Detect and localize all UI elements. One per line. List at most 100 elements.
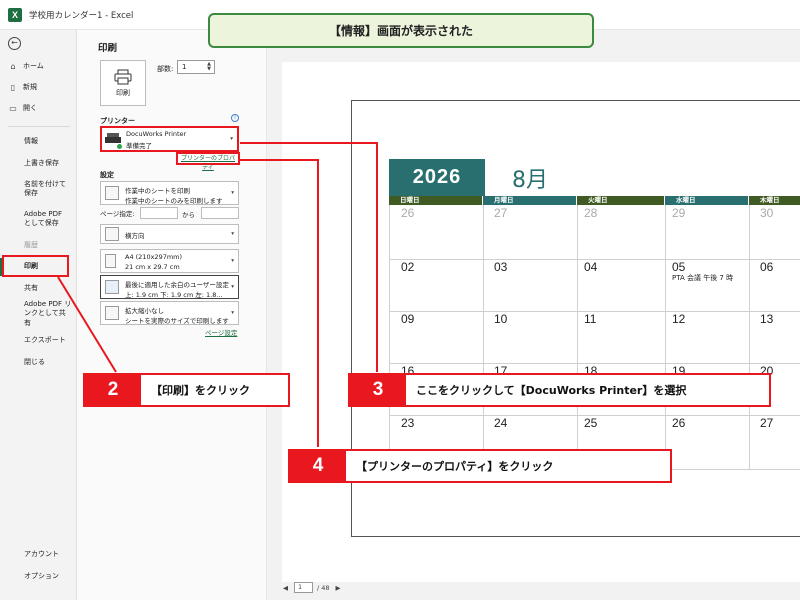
copies-stepper[interactable]: 1 ▲ ▼ (177, 60, 215, 74)
orientation-dropdown[interactable]: 横方向 ▾ (100, 224, 239, 244)
sidebar-item-label: 開く (23, 104, 37, 113)
step-number: 3 (350, 375, 406, 405)
scaling-icon (105, 306, 119, 320)
scaling-value: 拡大縮小なし (125, 307, 164, 315)
paper-size-description: 21 cm x 29.7 cm (125, 263, 180, 271)
sidebar-item-new[interactable]: ▯ 新規 (0, 81, 77, 95)
scaling-dropdown[interactable]: 拡大縮小なし シートを実際のサイズで印刷します ▾ (100, 301, 239, 325)
calendar-year: 2026 (389, 159, 485, 196)
step-text: 【印刷】をクリック (151, 384, 250, 397)
sidebar-item-label: ホーム (23, 62, 44, 71)
backstage-sidebar: ← ⌂ ホーム ▯ 新規 ▭ 開く 情報 上書き保存 名前を付けて保存 Adob… (0, 30, 77, 600)
chevron-down-icon: ▾ (231, 231, 234, 237)
day-number: 27 (760, 416, 774, 430)
day-number: 26 (401, 206, 415, 220)
orientation-value: 横方向 (125, 232, 145, 240)
calendar-event: PTA 会議 午後 7 時 (672, 274, 734, 282)
sidebar-item-home[interactable]: ⌂ ホーム (0, 60, 77, 74)
pages-label: ページ指定: (100, 210, 135, 218)
spinner-arrows-icon[interactable]: ▲ ▼ (207, 62, 211, 72)
sidebar-item-label: Adobe PDF リンクとして共有 (24, 299, 72, 327)
info-icon[interactable]: i (231, 114, 239, 122)
day-header-monday: 月曜日 (483, 196, 576, 205)
day-number: 02 (401, 260, 415, 274)
sidebar-item-label: アカウント (24, 550, 59, 559)
page-to-input[interactable] (201, 207, 239, 219)
day-number: 12 (672, 312, 686, 326)
sidebar-item-save-as[interactable]: 名前を付けて保存 (0, 178, 70, 200)
printer-section-label: プリンター (100, 117, 135, 125)
step-3-callout: 3 ここをクリックして【DocuWorks Printer】を選択 (348, 373, 771, 407)
back-arrow-icon[interactable]: ← (8, 37, 21, 50)
sidebar-item-label: エクスポート (24, 336, 66, 345)
day-number: 28 (584, 206, 598, 220)
day-number: 11 (584, 312, 597, 326)
print-what-description: 作業中のシートのみを印刷します (125, 197, 223, 205)
sidebar-item-account[interactable]: アカウント (0, 548, 77, 562)
printer-dropdown[interactable]: DocuWorks Printer 準備完了 ▾ (100, 126, 239, 152)
margins-icon (105, 280, 119, 294)
total-pages: / 48 (317, 583, 330, 592)
print-what-dropdown[interactable]: 作業中のシートを印刷 作業中のシートのみを印刷します ▾ (100, 181, 239, 205)
step-text: ここをクリックして【DocuWorks Printer】を選択 (416, 384, 687, 397)
day-number: 24 (494, 416, 508, 430)
chevron-down-icon: ▾ (230, 136, 233, 142)
step-number: 2 (85, 375, 141, 405)
day-number: 27 (494, 206, 508, 220)
print-what-value: 作業中のシートを印刷 (125, 187, 190, 195)
landscape-icon (105, 227, 119, 241)
chevron-down-icon: ▾ (231, 258, 234, 264)
day-header-thursday: 木曜日 (749, 196, 800, 205)
margins-description: 上: 1.9 cm 下: 1.9 cm 左: 1.8... (125, 291, 223, 299)
day-number: 29 (672, 206, 686, 220)
sidebar-item-share[interactable]: 共有 (0, 282, 77, 296)
day-number: 13 (760, 312, 774, 326)
day-number: 09 (401, 312, 415, 326)
top-callout: 【情報】画面が表示された (208, 13, 594, 48)
day-number: 25 (584, 416, 598, 430)
page-navigator: ◀ 1 / 48 ▶ (283, 581, 341, 594)
excel-icon: X (8, 7, 22, 22)
folder-icon: ▭ (9, 103, 17, 113)
print-button[interactable]: 印刷 (100, 60, 146, 106)
sheet-icon (105, 186, 119, 200)
next-page-icon[interactable]: ▶ (336, 584, 341, 592)
settings-section-label: 設定 (100, 171, 114, 179)
sidebar-item-info[interactable]: 情報 (0, 135, 77, 149)
sidebar-item-share-adobe-pdf[interactable]: Adobe PDF リンクとして共有 (0, 299, 72, 327)
pages-to-label: から (182, 211, 195, 219)
copies-label: 部数: (157, 65, 174, 73)
copies-value: 1 (182, 63, 187, 71)
chevron-down-icon: ▾ (231, 310, 234, 316)
sidebar-item-export[interactable]: エクスポート (0, 334, 77, 348)
current-page-input[interactable]: 1 (294, 582, 313, 593)
paper-size-dropdown[interactable]: A4 (210x297mm) 21 cm x 29.7 cm ▾ (100, 249, 239, 273)
printer-properties-link[interactable]: プリンターのプロパティ (176, 152, 240, 171)
sidebar-item-save-adobe-pdf[interactable]: Adobe PDF として保存 (0, 208, 70, 230)
sidebar-item-history[interactable]: 履歴 (0, 239, 77, 253)
paper-icon (105, 254, 116, 268)
sidebar-item-label: 共有 (24, 284, 38, 293)
day-number: 30 (760, 206, 774, 220)
sidebar-item-open[interactable]: ▭ 開く (0, 102, 77, 116)
page-from-input[interactable] (140, 207, 178, 219)
previous-page-icon[interactable]: ◀ (283, 584, 288, 592)
print-settings-panel: 印刷 印刷 部数: 1 ▲ ▼ プリンター i DocuWorks Printer… (77, 30, 267, 600)
sidebar-item-save[interactable]: 上書き保存 (0, 157, 77, 171)
step-4-callout: 4 【プリンターのプロパティ】をクリック (288, 449, 672, 483)
paper-size-value: A4 (210x297mm) (125, 253, 183, 261)
sidebar-item-label: 上書き保存 (24, 159, 59, 168)
calendar-month: 8月 (512, 168, 548, 193)
day-header-sunday: 日曜日 (389, 196, 482, 205)
highlight-print-menu (2, 255, 69, 277)
day-header-tuesday: 火曜日 (577, 196, 664, 205)
sidebar-item-close[interactable]: 閉じる (0, 356, 77, 370)
scaling-description: シートを実際のサイズで印刷します (125, 317, 229, 325)
printer-icon (105, 133, 122, 149)
margins-dropdown[interactable]: 最後に適用した余白のユーザー設定 上: 1.9 cm 下: 1.9 cm 左: … (100, 275, 239, 299)
sidebar-item-options[interactable]: オプション (0, 570, 77, 584)
grid-line (749, 205, 750, 469)
day-header-wednesday: 水曜日 (665, 196, 748, 205)
grid-line (577, 205, 578, 469)
page-setup-link[interactable]: ページ設定 (205, 327, 237, 337)
